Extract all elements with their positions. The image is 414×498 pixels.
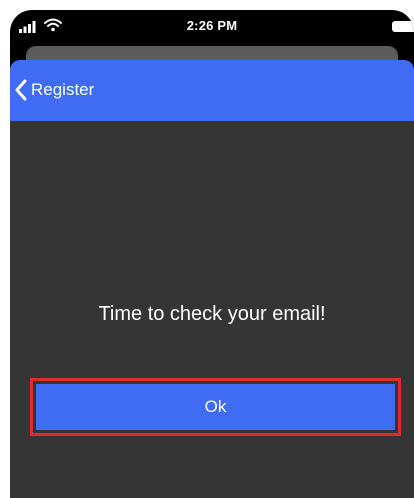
confirmation-message: Time to check your email! xyxy=(98,303,326,325)
back-button-label: Register xyxy=(31,80,95,99)
status-time: 2:26 PM xyxy=(186,18,238,33)
back-button[interactable]: Register xyxy=(14,76,94,104)
main-content: Time to check your email! Ok xyxy=(10,121,414,498)
ok-button[interactable]: Ok xyxy=(36,384,395,430)
status-bar: 2:26 PM xyxy=(10,10,414,44)
chevron-left-icon xyxy=(15,79,27,101)
battery-icon xyxy=(392,21,414,32)
phone-screen: 2:26 PM Register Time to check your emai… xyxy=(10,10,414,498)
navigation-bar: Register xyxy=(10,60,414,121)
ok-button-highlight: Ok xyxy=(30,378,401,436)
